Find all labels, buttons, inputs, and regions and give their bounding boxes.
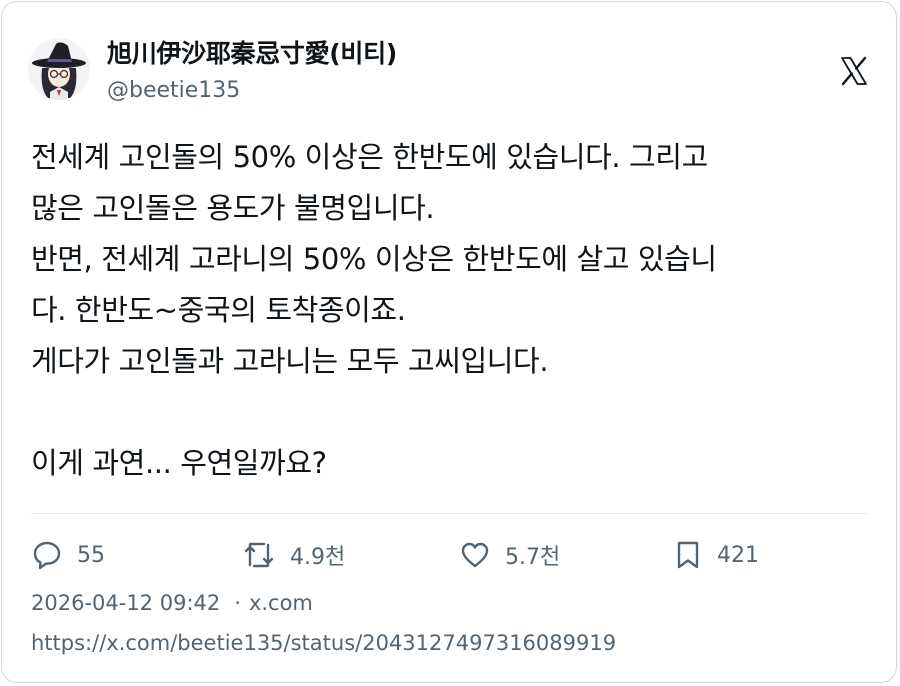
retweet-count: 4.9천 — [290, 545, 346, 570]
reply-count: 55 — [77, 542, 105, 568]
tweet-line — [31, 387, 876, 438]
author-handle[interactable]: @beetie135 — [107, 76, 240, 106]
tweet-line: 많은 고인돌은 용도가 불명입니다. — [31, 191, 435, 225]
divider — [31, 513, 869, 514]
like-button[interactable]: 5.7천 — [459, 536, 560, 574]
tweet-meta: 2026-04-12 09:42 · x.com — [31, 587, 313, 619]
tweet-url-link[interactable]: https://x.com/beetie135/status/204312749… — [31, 627, 616, 659]
retweet-icon — [244, 542, 274, 568]
tweet-line: 전세계 고인돌의 50% 이상은 한반도에 있습니다. 그리고 — [31, 140, 708, 174]
reply-button[interactable]: 55 — [31, 536, 105, 574]
bookmark-icon — [677, 541, 699, 569]
bookmark-count: 421 — [717, 542, 759, 568]
tweet-line: 반면, 전세계 고라니의 50% 이상은 한반도에 살고 있습니 — [31, 242, 717, 276]
heart-icon — [461, 542, 489, 568]
avatar[interactable] — [28, 38, 90, 100]
witch-hat-avatar-icon — [28, 38, 90, 100]
bookmark-button[interactable]: 421 — [673, 536, 759, 574]
meta-separator: · — [234, 591, 241, 615]
timestamp[interactable]: 2026-04-12 09:42 — [31, 591, 220, 615]
retweet-button[interactable]: 4.9천 — [242, 536, 345, 574]
tweet-line: 이게 과연... 우연일까요? — [31, 446, 327, 480]
reply-bubble-icon — [33, 541, 61, 570]
tweet-line: 다. 한반도~중국의 토착종이죠. — [31, 293, 406, 327]
like-count: 5.7천 — [505, 545, 561, 570]
author-display-name[interactable]: 旭川伊沙耶秦忌寸愛(비티) — [107, 38, 397, 70]
source-link[interactable]: x.com — [249, 591, 313, 615]
x-logo-icon[interactable] — [839, 56, 869, 86]
tweet-text: 전세계 고인돌의 50% 이상은 한반도에 있습니다. 그리고 많은 고인돌은 … — [31, 132, 876, 489]
tweet-line: 게다가 고인돌과 고라니는 모두 고씨입니다. — [31, 344, 549, 378]
